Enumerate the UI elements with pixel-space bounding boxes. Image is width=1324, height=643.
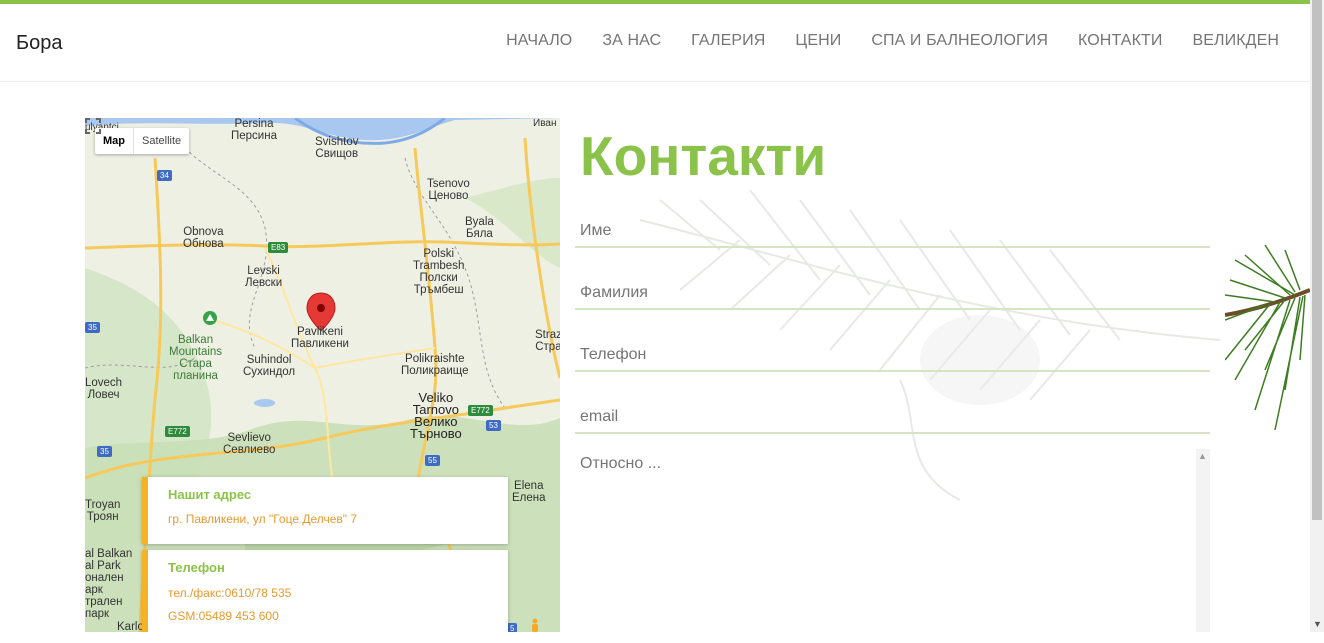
map-label-byala: Byala Бяла [465, 216, 494, 240]
email-input[interactable] [575, 408, 1210, 426]
road-shield: E772 [468, 405, 493, 416]
nav-about[interactable]: ЗА НАС [602, 32, 661, 50]
road-shield: 34 [157, 170, 172, 181]
map-label-persina: Persina Персина [231, 118, 277, 142]
nav-spa[interactable]: СПА И БАЛНЕОЛОГИЯ [871, 32, 1048, 50]
phone-card-title: Телефон [168, 560, 225, 575]
address-card: Нашит адрес гр. Павликени, ул "Гоце Делч… [142, 477, 508, 544]
nav-easter[interactable]: ВЕЛИКДЕН [1192, 32, 1279, 50]
pine-branch-decoration-solid [1225, 244, 1310, 431]
page-scrollbar-thumb[interactable] [1312, 0, 1322, 520]
phone-field-wrap [575, 322, 1210, 372]
navbar: Бора НАЧАЛО ЗА НАС ГАЛЕРИЯ ЦЕНИ СПА И БА… [0, 4, 1310, 82]
map-label-straz: Straz Стра [535, 329, 560, 353]
road-shield: 35 [85, 322, 100, 333]
road-shield: E83 [268, 242, 289, 253]
map-label-polikraishte: Polikraishte Поликраище [401, 353, 469, 377]
phone-card: Телефон тел./факс:0610/78 535 GSM:05489 … [142, 550, 508, 632]
map-label-levski: Levski Левски [245, 265, 283, 289]
first-name-input[interactable] [575, 222, 1210, 240]
email-field-wrap [575, 384, 1210, 434]
map-label-obnova: Obnova Обнова [183, 226, 224, 250]
page-title: Контакти [580, 125, 827, 187]
map-label-elena: Elena Елена [512, 480, 546, 504]
phone-input[interactable] [575, 346, 1210, 364]
main-nav: НАЧАЛО ЗА НАС ГАЛЕРИЯ ЦЕНИ СПА И БАЛНЕОЛ… [506, 32, 1279, 50]
nav-gallery[interactable]: ГАЛЕРИЯ [691, 32, 765, 50]
nav-home[interactable]: НАЧАЛО [506, 32, 572, 50]
fullscreen-icon[interactable] [85, 118, 101, 134]
last-name-input[interactable] [575, 284, 1210, 302]
message-textarea[interactable] [575, 449, 1200, 638]
map-label-suhindol: Suhindol Сухиндол [243, 354, 296, 378]
google-map[interactable]: Persina Персина Svishtov Свищов Tsenovo Цен… [85, 118, 560, 632]
last-name-field-wrap [575, 260, 1210, 310]
address-card-text: гр. Павликени, ул "Гоце Делчев" 7 [168, 512, 358, 526]
nav-contacts[interactable]: КОНТАКТИ [1078, 32, 1162, 50]
road-shield: 55 [425, 455, 440, 466]
nav-prices[interactable]: ЦЕНИ [795, 32, 841, 50]
phone-card-line2: GSM:05489 453 600 [168, 609, 279, 623]
road-shield: 35 [97, 446, 112, 457]
address-card-title: Нашит адрес [168, 487, 252, 502]
map-label-sevlievo: Sevlievo Севлиево [223, 432, 276, 456]
map-label-central-balkan-park: al Balkan al Park оналeн арк тралeн парк [85, 548, 133, 620]
map-type-satellite-button[interactable]: Satellite [134, 128, 189, 154]
map-type-control: Map Satellite [95, 128, 190, 154]
first-name-field-wrap [575, 198, 1210, 248]
map-label-lovech: Lovech Ловеч [85, 377, 123, 401]
map-label-tsenovo: Tsenovo Ценово [427, 178, 470, 202]
street-view-pegman-icon[interactable] [528, 618, 542, 632]
scroll-up-icon[interactable]: ▲ [1198, 451, 1207, 461]
map-label-troyan: Troyan Троян [85, 499, 121, 523]
scroll-down-icon[interactable]: ▼ [1313, 619, 1322, 629]
page-scrollbar[interactable]: ▼ [1310, 0, 1324, 632]
phone-card-line1: тел./факс:0610/78 535 [168, 586, 292, 600]
map-label-pavlikeni: Pavlikeni Павликени [291, 326, 349, 350]
map-label-karlo: Karlo [117, 621, 144, 632]
textarea-scrollbar[interactable]: ▲ [1196, 449, 1210, 632]
road-shield: E772 [165, 426, 190, 437]
brand-logo[interactable]: Бора [16, 32, 63, 55]
map-label-ivan: Иван [533, 118, 557, 129]
message-field-wrap: ▲ [575, 449, 1210, 638]
road-shield: 5 [507, 623, 518, 632]
map-label-veliko-tarnovo: Veliko Tarnovo Велико Търново [410, 390, 462, 441]
road-shield: 53 [486, 420, 501, 431]
map-label-svishtov: Svishtov Свищов [315, 136, 359, 160]
map-label-balkan: Balkan Mountains Стара планина [169, 334, 223, 382]
map-label-polski-trambesh: Polski Trambesh Полски Тръмбеш [413, 248, 465, 296]
